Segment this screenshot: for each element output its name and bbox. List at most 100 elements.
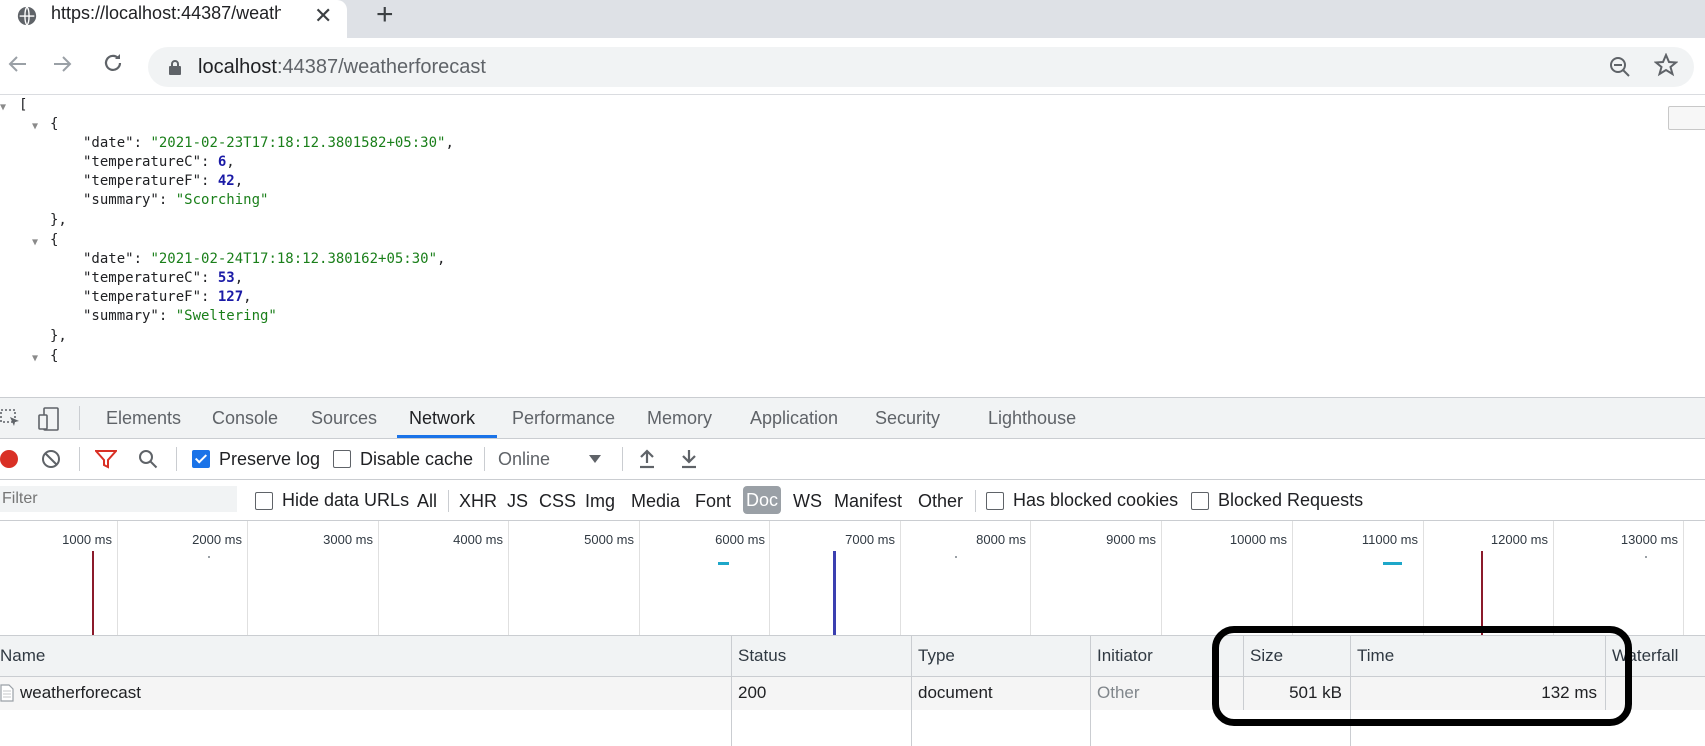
filter-type-img[interactable]: Img: [585, 491, 615, 512]
json-line: "temperatureF": 42,: [83, 173, 244, 189]
column-divider[interactable]: [911, 636, 912, 676]
back-icon[interactable]: [6, 52, 30, 76]
json-close-brace: },: [50, 328, 67, 344]
tab-console[interactable]: Console: [212, 408, 278, 429]
devtools-panel: Elements Console Sources Network Perform…: [0, 397, 1705, 746]
json-key: "summary":: [83, 308, 176, 324]
preserve-log-checkbox[interactable]: [192, 450, 210, 468]
request-bar: [955, 556, 957, 558]
json-key: "temperatureF":: [83, 289, 218, 305]
collapse-triangle-icon[interactable]: ▼: [32, 121, 38, 132]
browser-tab[interactable]: https://localhost:44387/weatherfo ✕: [0, 0, 347, 38]
request-bar: [1645, 556, 1647, 558]
collapse-triangle-icon[interactable]: ▼: [32, 353, 38, 364]
tick-label: 1000 ms: [62, 532, 112, 547]
cell-name[interactable]: weatherforecast: [20, 683, 141, 703]
url-path: :44387/weatherforecast: [276, 56, 486, 78]
blocked-requests-checkbox[interactable]: [1191, 492, 1209, 510]
clear-icon[interactable]: [41, 449, 61, 469]
column-divider: [1090, 677, 1091, 710]
json-open-brace: {: [50, 232, 59, 248]
tab-elements[interactable]: Elements: [106, 408, 181, 429]
tab-performance[interactable]: Performance: [512, 408, 615, 429]
collapse-triangle-icon[interactable]: ▼: [0, 102, 6, 113]
network-overview-timeline[interactable]: 1000 ms 2000 ms 3000 ms 4000 ms 5000 ms …: [0, 521, 1705, 636]
filter-input[interactable]: [0, 486, 237, 512]
request-bar: [208, 556, 210, 558]
tick-label: 2000 ms: [192, 532, 242, 547]
disable-cache-label: Disable cache: [360, 449, 474, 469]
json-string: "Sweltering": [175, 308, 277, 324]
tab-sources[interactable]: Sources: [311, 408, 377, 429]
cell-type: document: [918, 683, 993, 702]
disable-cache-checkbox[interactable]: [333, 450, 351, 468]
filter-icon[interactable]: [95, 449, 117, 469]
filter-type-css[interactable]: CSS: [539, 491, 576, 512]
filter-type-js[interactable]: JS: [507, 491, 528, 512]
json-key: "date":: [83, 251, 151, 267]
forward-icon[interactable]: [50, 52, 74, 76]
hide-data-urls-label: Hide data URLs: [282, 490, 410, 510]
has-blocked-cookies-checkbox[interactable]: [986, 492, 1004, 510]
filter-type-other[interactable]: Other: [918, 491, 963, 512]
tab-memory[interactable]: Memory: [647, 408, 712, 429]
collapse-triangle-icon[interactable]: ▼: [32, 237, 38, 248]
preserve-log-label: Preserve log: [219, 449, 321, 469]
column-divider[interactable]: [731, 636, 732, 676]
address-bar[interactable]: localhost:44387/weatherforecast: [148, 47, 1694, 87]
zoom-out-icon[interactable]: [1608, 55, 1632, 79]
close-tab-icon[interactable]: ✕: [314, 3, 332, 29]
inspect-element-icon[interactable]: [0, 409, 22, 429]
column-divider[interactable]: [1090, 636, 1091, 676]
tab-security[interactable]: Security: [875, 408, 940, 429]
gridline: [508, 521, 509, 635]
network-filter-bar: Hide data URLs All XHR JS CSS Img Media …: [0, 480, 1705, 521]
url-host: localhost: [198, 56, 277, 78]
search-icon[interactable]: [138, 449, 158, 469]
tick-label: 4000 ms: [453, 532, 503, 547]
filter-type-media[interactable]: Media: [631, 491, 680, 512]
cell-initiator: Other: [1097, 683, 1140, 702]
url-text[interactable]: localhost:44387/weatherforecast: [198, 56, 486, 79]
pretty-print-toggle[interactable]: [1668, 106, 1705, 130]
column-header-name[interactable]: Name: [0, 646, 45, 666]
divider: [79, 447, 80, 471]
tab-lighthouse[interactable]: Lighthouse: [988, 408, 1076, 429]
filter-type-manifest[interactable]: Manifest: [834, 491, 902, 512]
tick-label: 9000 ms: [1106, 532, 1156, 547]
export-har-icon[interactable]: [680, 448, 698, 470]
tick-label: 13000 ms: [1620, 532, 1678, 547]
filter-type-xhr[interactable]: XHR: [459, 491, 497, 512]
gridline: [639, 521, 640, 635]
new-tab-button[interactable]: +: [376, 0, 394, 32]
json-key: "summary":: [83, 192, 176, 208]
import-har-icon[interactable]: [638, 448, 656, 470]
tab-network[interactable]: Network: [409, 408, 475, 429]
device-toolbar-icon[interactable]: [38, 407, 60, 431]
tab-application[interactable]: Application: [750, 408, 838, 429]
bookmark-star-icon[interactable]: [1654, 53, 1678, 77]
hide-data-urls-checkbox[interactable]: [255, 492, 273, 510]
tick-label: 5000 ms: [584, 532, 634, 547]
column-divider: [731, 710, 732, 746]
column-divider: [731, 677, 732, 710]
json-string: "Scorching": [175, 192, 269, 208]
filter-type-all[interactable]: All: [417, 491, 437, 512]
filter-type-font[interactable]: Font: [695, 491, 731, 512]
lock-icon[interactable]: [168, 59, 182, 75]
column-header-type[interactable]: Type: [918, 646, 955, 666]
filter-type-doc[interactable]: Doc: [743, 486, 781, 514]
column-header-initiator[interactable]: Initiator: [1097, 646, 1153, 666]
json-line: "date": "2021-02-24T17:18:12.380162+05:3…: [83, 251, 446, 267]
load-event-marker: [1481, 551, 1483, 635]
json-key: "temperatureC":: [83, 270, 218, 286]
record-icon[interactable]: [0, 449, 20, 469]
request-bar: [718, 562, 729, 565]
reload-icon[interactable]: [101, 51, 125, 75]
column-divider: [911, 710, 912, 746]
filter-type-ws[interactable]: WS: [793, 491, 822, 512]
chevron-down-icon[interactable]: [589, 455, 601, 463]
throttling-select[interactable]: Online: [498, 449, 550, 470]
request-bar: [1383, 562, 1402, 565]
column-header-status[interactable]: Status: [738, 646, 786, 666]
